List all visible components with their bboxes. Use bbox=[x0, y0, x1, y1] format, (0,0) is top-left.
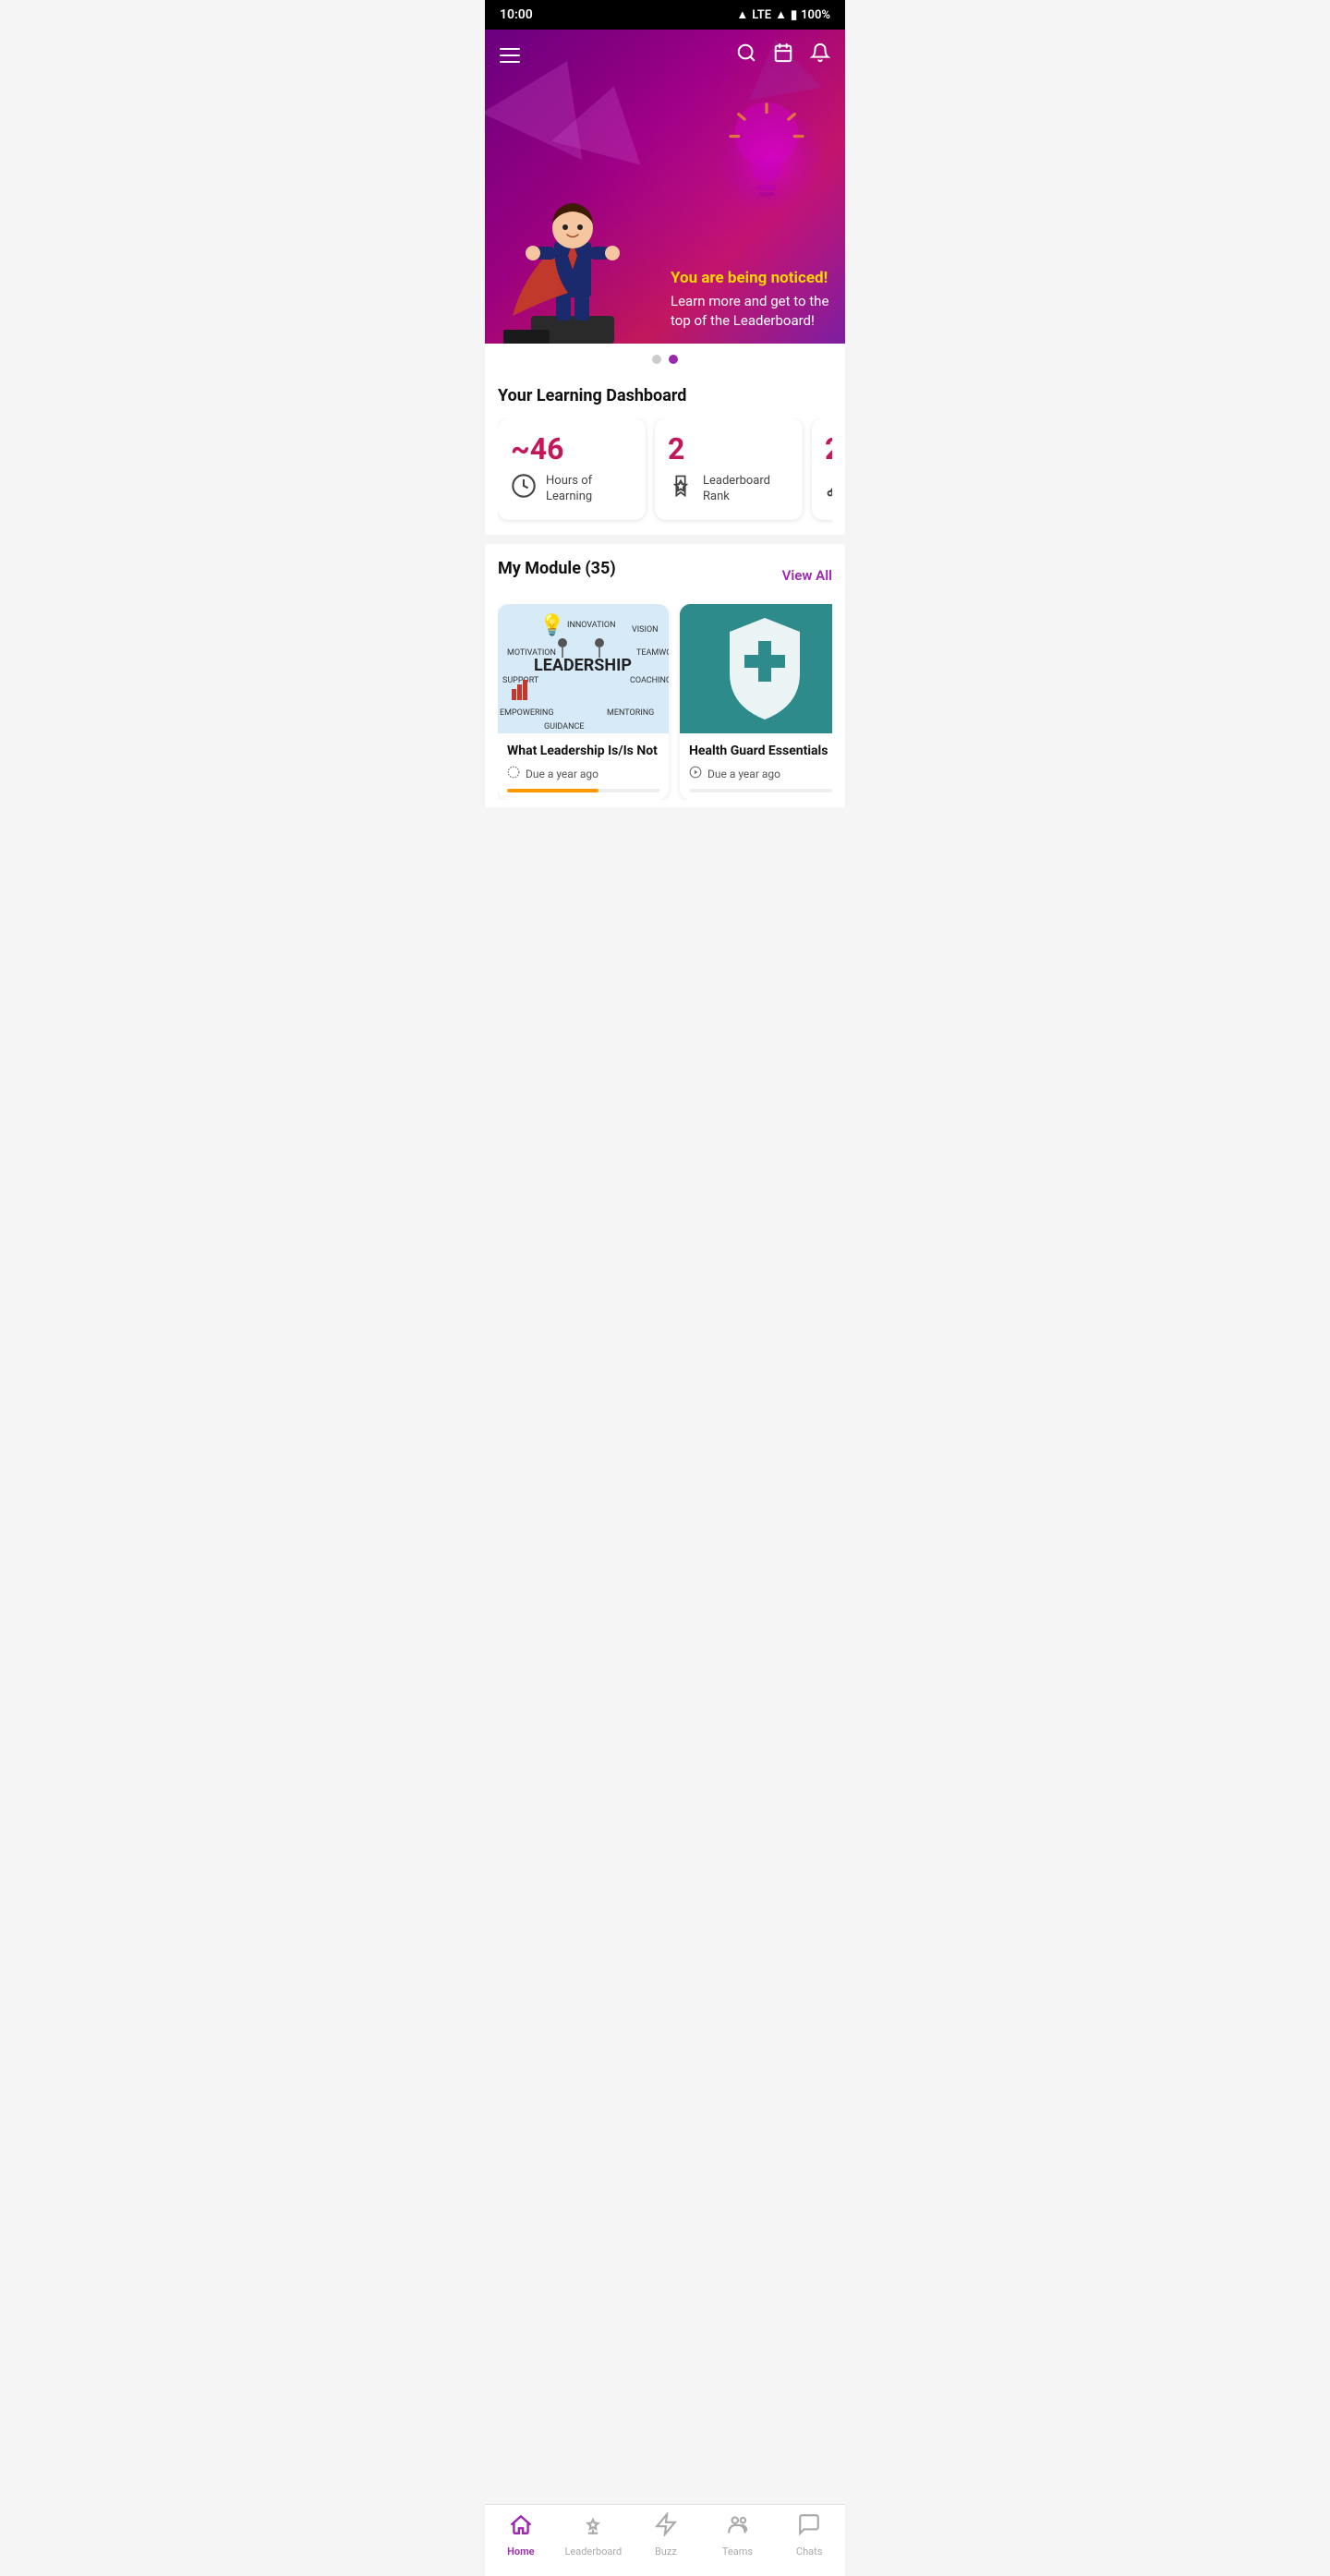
hours-label: Hours ofLearning bbox=[546, 474, 592, 505]
hero-highlight-text: You are being noticed! bbox=[671, 268, 830, 288]
module-thumb-health bbox=[680, 604, 832, 733]
module-info-health: Health Guard Essentials Due a year ago bbox=[680, 733, 832, 800]
svg-text:EMPOWERING: EMPOWERING bbox=[500, 708, 554, 718]
hero-text-area: You are being noticed! Learn more and ge… bbox=[485, 268, 845, 331]
hamburger-line-1 bbox=[500, 48, 520, 50]
stats-row: ~46 Hours ofLearning 2 bbox=[498, 418, 832, 527]
teams-nav-icon bbox=[726, 2512, 750, 2542]
rank-label: LeaderboardRank bbox=[703, 474, 770, 505]
buzz-nav-label: Buzz bbox=[655, 2546, 677, 2558]
module-card-health[interactable]: Health Guard Essentials Due a year ago bbox=[680, 604, 832, 800]
hero-sub-text: Learn more and get to the top of the Lea… bbox=[671, 292, 830, 331]
svg-text:COACHING: COACHING bbox=[630, 676, 669, 685]
svg-text:💡: 💡 bbox=[539, 613, 564, 637]
courses-value: 24 bbox=[825, 433, 832, 466]
lte-label: LTE bbox=[752, 8, 771, 22]
nav-home[interactable]: Home bbox=[493, 2512, 549, 2558]
due-text-leadership: Due a year ago bbox=[526, 768, 598, 780]
module-title-leadership: What Leadership Is/Is Not bbox=[507, 743, 659, 760]
svg-text:LEADERSHIP: LEADERSHIP bbox=[534, 656, 632, 675]
stat-card-hours: ~46 Hours ofLearning bbox=[498, 418, 646, 520]
courses-icon-row: CourEnrol bbox=[825, 473, 832, 505]
svg-text:VISION: VISION bbox=[632, 625, 659, 635]
status-right: ▲ LTE ▲ ▮ 100% bbox=[736, 7, 830, 22]
module-thumb-leadership: LEADERSHIP 💡 MOTIVATION TEAMWORK VISION … bbox=[498, 604, 669, 733]
hero-nav bbox=[485, 30, 845, 81]
status-time: 10:00 bbox=[500, 7, 533, 22]
learning-dashboard: Your Learning Dashboard ~46 Hours ofLear… bbox=[485, 371, 845, 535]
home-nav-label: Home bbox=[507, 2546, 535, 2558]
hamburger-line-3 bbox=[500, 61, 520, 63]
chats-nav-label: Chats bbox=[796, 2546, 822, 2558]
module-info-leadership: What Leadership Is/Is Not Due a year ago bbox=[498, 733, 669, 800]
hero-nav-icons bbox=[736, 42, 830, 68]
signal-icon: ▲ bbox=[775, 7, 787, 22]
stat-card-rank: 2 LeaderboardRank bbox=[655, 418, 803, 520]
modules-header: My Module (35) View All bbox=[498, 559, 832, 591]
modules-list: LEADERSHIP 💡 MOTIVATION TEAMWORK VISION … bbox=[498, 604, 832, 800]
hours-icon-row: Hours ofLearning bbox=[511, 473, 633, 505]
svg-text:TEAMWORK: TEAMWORK bbox=[636, 648, 669, 658]
calendar-icon[interactable] bbox=[773, 42, 793, 68]
status-bar: 10:00 ▲ LTE ▲ ▮ 100% bbox=[485, 0, 845, 30]
module-due-health: Due a year ago bbox=[689, 766, 832, 781]
dot-1[interactable] bbox=[652, 355, 661, 364]
leaderboard-nav-icon bbox=[581, 2512, 605, 2542]
hero-banner: You are being noticed! Learn more and ge… bbox=[485, 30, 845, 344]
teams-nav-label: Teams bbox=[722, 2546, 753, 2558]
stat-card-courses: 24 CourEnrol bbox=[812, 418, 832, 520]
home-nav-icon bbox=[509, 2512, 533, 2542]
nav-spacer bbox=[485, 807, 845, 881]
svg-text:MOTIVATION: MOTIVATION bbox=[507, 648, 556, 658]
svg-text:MENTORING: MENTORING bbox=[607, 708, 654, 718]
lightbulb-icon bbox=[716, 94, 817, 214]
hamburger-line-2 bbox=[500, 54, 520, 56]
dashboard-title: Your Learning Dashboard bbox=[498, 386, 832, 405]
health-illustration bbox=[680, 604, 832, 733]
nav-buzz[interactable]: Buzz bbox=[638, 2512, 694, 2558]
rank-icon-row: LeaderboardRank bbox=[668, 473, 790, 505]
modules-section: My Module (35) View All LEADERSHIP 💡 MOT… bbox=[485, 544, 845, 807]
leaderboard-nav-label: Leaderboard bbox=[564, 2546, 622, 2558]
hours-value: ~46 bbox=[511, 433, 633, 466]
module-progress-leadership bbox=[507, 789, 659, 792]
search-icon[interactable] bbox=[736, 42, 756, 68]
buzz-nav-icon bbox=[654, 2512, 678, 2542]
leadership-illustration: LEADERSHIP 💡 MOTIVATION TEAMWORK VISION … bbox=[498, 604, 669, 733]
medal-stat-icon bbox=[668, 473, 694, 505]
nav-chats[interactable]: Chats bbox=[781, 2512, 837, 2558]
hamburger-menu[interactable] bbox=[500, 48, 520, 63]
dot-2[interactable] bbox=[669, 355, 678, 364]
hero-pagination bbox=[485, 344, 845, 371]
svg-text:GUIDANCE: GUIDANCE bbox=[544, 722, 585, 732]
due-icon-health bbox=[689, 766, 702, 781]
svg-text:INNOVATION: INNOVATION bbox=[567, 621, 616, 630]
bottom-nav: Home Leaderboard Buzz Teams bbox=[485, 2504, 845, 2576]
module-title-health: Health Guard Essentials bbox=[689, 743, 832, 760]
nav-leaderboard[interactable]: Leaderboard bbox=[564, 2512, 622, 2558]
battery-icon: ▮ bbox=[791, 8, 797, 22]
due-icon-leadership bbox=[507, 766, 520, 781]
svg-text:SUPPORT: SUPPORT bbox=[502, 676, 539, 685]
module-due-leadership: Due a year ago bbox=[507, 766, 659, 781]
bell-icon[interactable] bbox=[810, 42, 830, 68]
nav-teams[interactable]: Teams bbox=[710, 2512, 766, 2558]
module-card-leadership[interactable]: LEADERSHIP 💡 MOTIVATION TEAMWORK VISION … bbox=[498, 604, 669, 800]
progress-bar-leadership bbox=[507, 789, 598, 792]
wifi-icon: ▲ bbox=[736, 7, 748, 22]
network-icon bbox=[825, 473, 832, 505]
chats-nav-icon bbox=[797, 2512, 821, 2542]
battery-label: 100% bbox=[801, 8, 830, 22]
due-text-health: Due a year ago bbox=[707, 768, 780, 780]
modules-title: My Module (35) bbox=[498, 559, 616, 578]
rank-value: 2 bbox=[668, 433, 790, 466]
clock-icon bbox=[511, 473, 537, 505]
module-progress-health bbox=[689, 789, 832, 792]
view-all-button[interactable]: View All bbox=[782, 567, 832, 584]
